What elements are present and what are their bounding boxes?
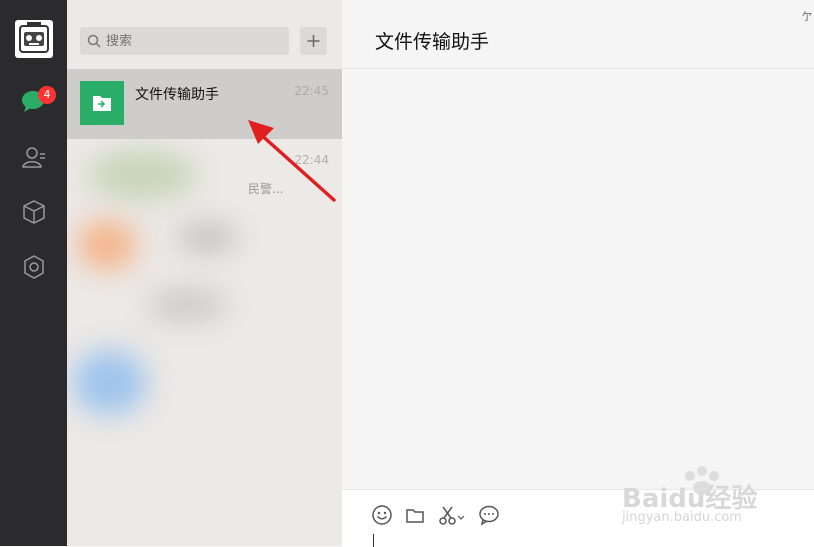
annotation-arrow: [248, 120, 336, 202]
pin-icon[interactable]: 亇: [802, 8, 812, 23]
blurred-text: [147, 290, 227, 320]
blurred-text: [177, 225, 237, 250]
scissors-icon[interactable]: [437, 504, 467, 526]
chat-time: 22:45: [294, 84, 329, 98]
file-transfer-avatar: [80, 81, 124, 125]
folder-icon[interactable]: [404, 504, 426, 526]
text-cursor: [373, 534, 374, 547]
plus-icon: [307, 35, 320, 47]
chat-header: 文件传输助手 亇: [342, 0, 814, 69]
chat-name: 文件传输助手: [135, 87, 219, 103]
baidu-watermark: Baidu经验 jingyan.baidu.com: [622, 462, 802, 532]
settings-icon[interactable]: [21, 254, 47, 280]
blurred-avatar: [72, 350, 147, 415]
folder-transfer-icon: [93, 96, 111, 111]
watermark-url: jingyan.baidu.com: [622, 510, 742, 525]
chat-title: 文件传输助手: [375, 31, 490, 53]
avatar[interactable]: [15, 20, 53, 58]
unread-badge: 4: [38, 86, 56, 104]
chat-list-panel: 文件传输助手 22:45 22:44 民警...: [67, 0, 342, 546]
blurred-avatar: [77, 220, 137, 270]
sidebar: 4: [0, 0, 67, 546]
robot-avatar-icon: [19, 22, 49, 53]
search-input[interactable]: [106, 27, 284, 55]
contacts-icon[interactable]: [21, 144, 47, 170]
emoji-icon[interactable]: [371, 504, 393, 526]
chat-bubble-icon[interactable]: [478, 504, 500, 526]
favorites-cube-icon[interactable]: [21, 199, 47, 225]
blurred-avatar: [87, 150, 197, 200]
search-icon: [87, 34, 101, 48]
search-box[interactable]: [80, 27, 289, 55]
add-chat-button[interactable]: [300, 27, 327, 55]
